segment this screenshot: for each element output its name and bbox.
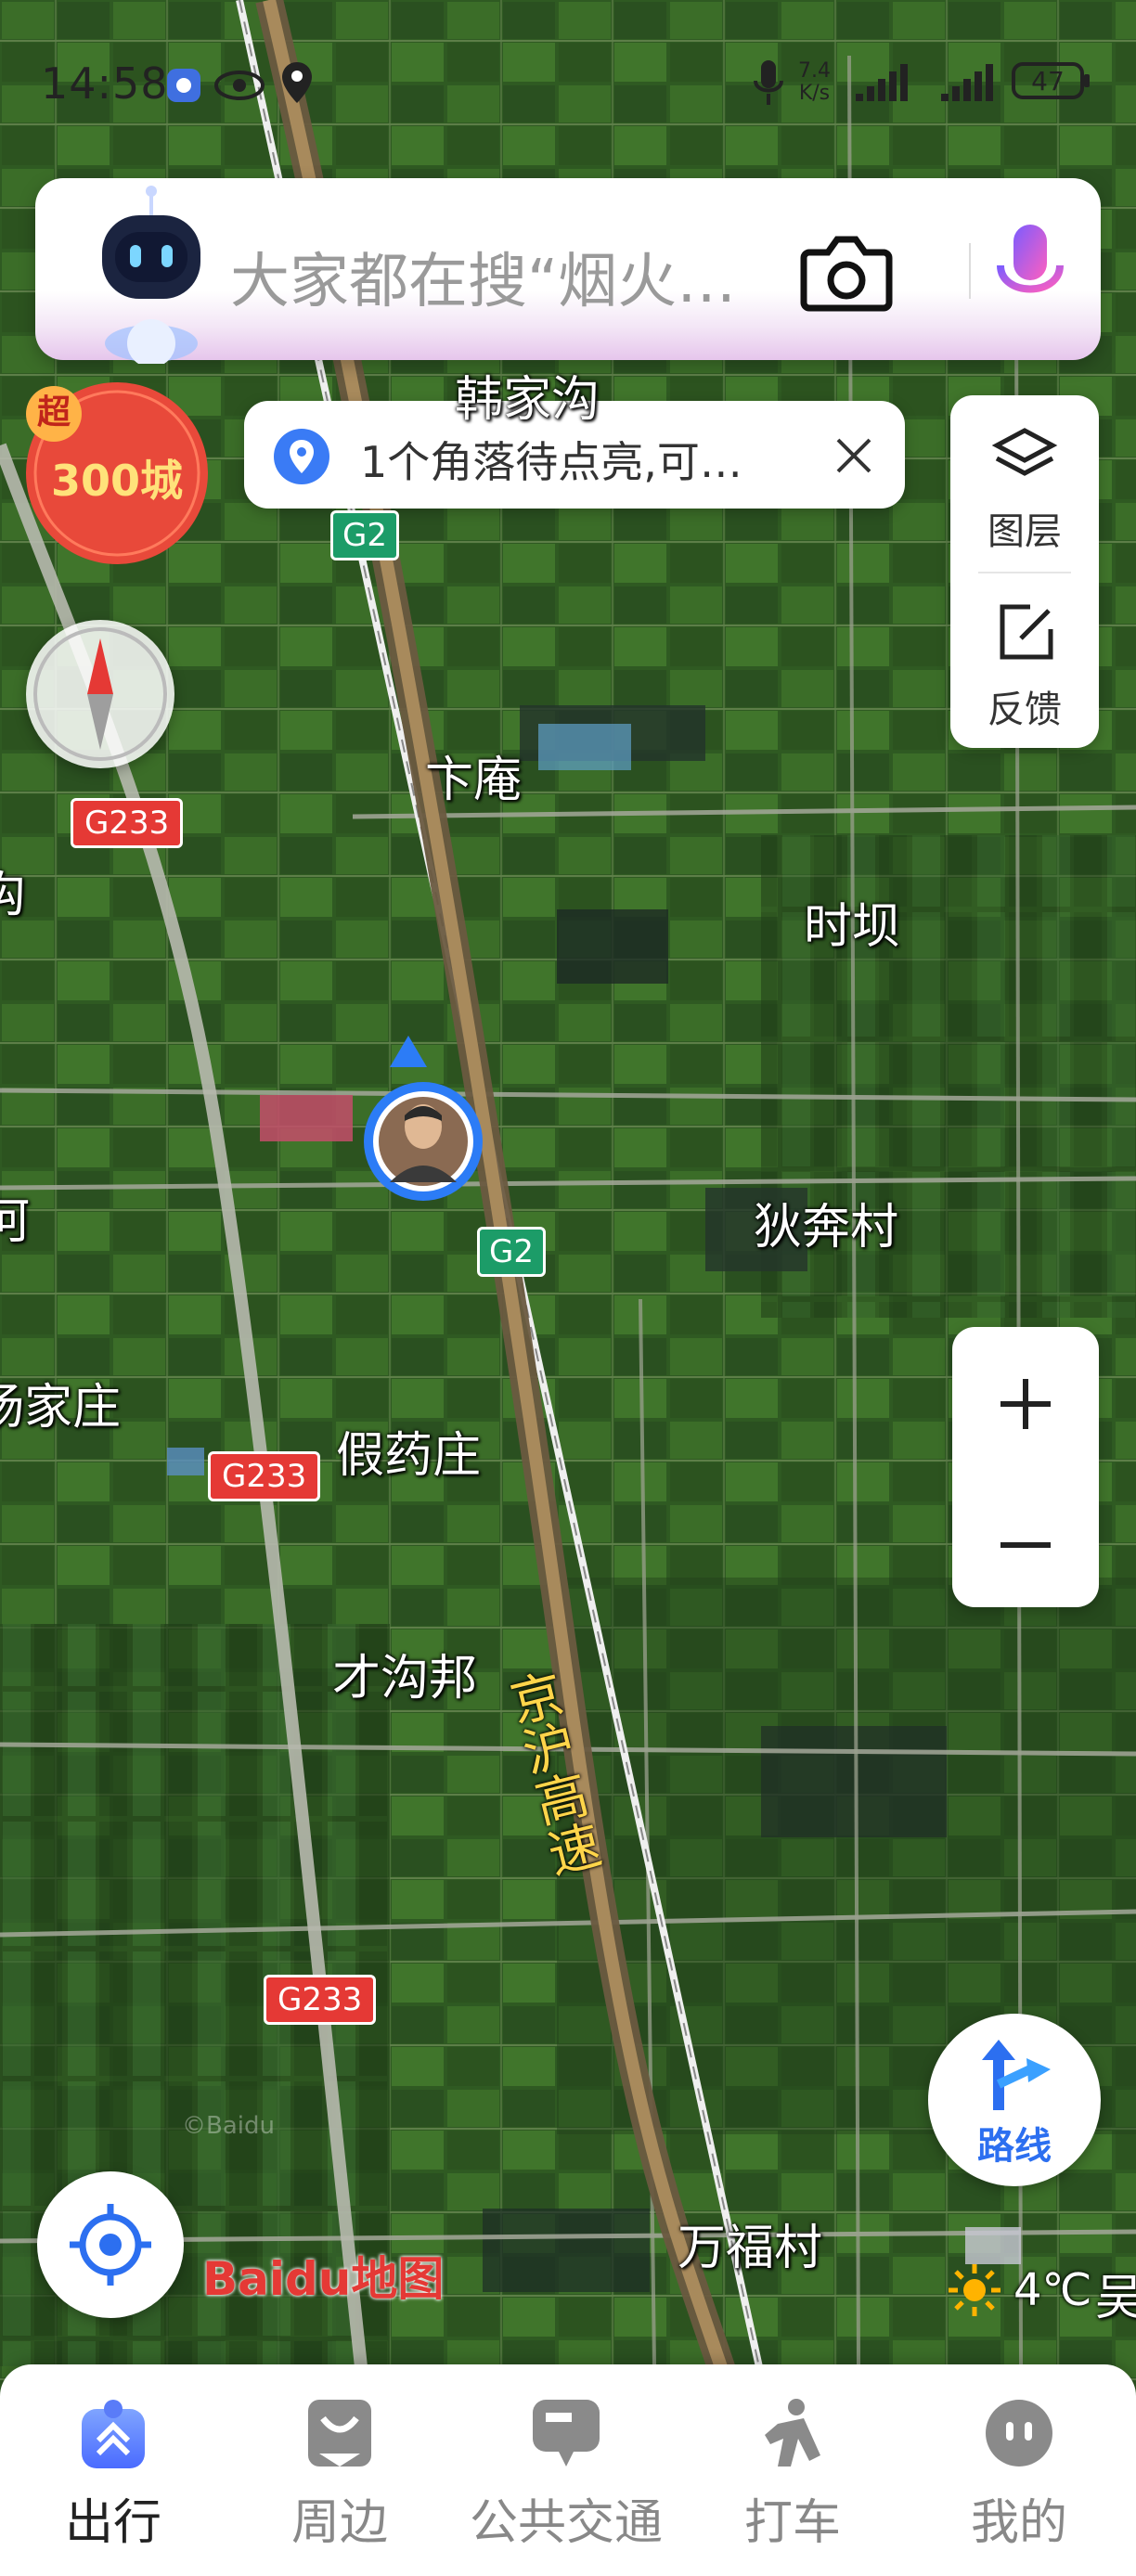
target-icon	[70, 2204, 151, 2286]
zoom-in-button[interactable]	[993, 1372, 1058, 1440]
place-label[interactable]: 才沟邦	[332, 1639, 477, 1708]
nav-label: 出行	[64, 2495, 161, 2551]
nav-label: 打车	[743, 2495, 841, 2551]
zoom-controls	[952, 1327, 1099, 1607]
layers-icon	[991, 425, 1058, 496]
road-shield-g233[interactable]: G233	[264, 1975, 377, 2025]
baidu-logo: Baidu地图	[202, 2242, 444, 2309]
net-speed-value: 7.4	[798, 59, 831, 83]
map-watermark: ©Baidu	[182, 2112, 275, 2140]
map-tools-panel: 图层 反馈	[950, 395, 1099, 748]
baidu-logo-text: Baidu地图	[202, 2252, 445, 2306]
profile-icon	[982, 2396, 1056, 2470]
notification-icon	[165, 64, 202, 114]
nav-item-travel[interactable]: 出行	[0, 2364, 226, 2576]
promo-badge[interactable]: 超 300城	[24, 380, 210, 566]
road-shield-g233[interactable]: G233	[71, 798, 184, 848]
close-icon[interactable]	[834, 436, 873, 479]
road-shield-g2[interactable]: G2	[477, 1227, 546, 1277]
nav-label: 公共交通	[469, 2495, 663, 2551]
route-button[interactable]: 路线	[928, 2014, 1101, 2186]
nav-item-transit[interactable]: 公共交通	[453, 2364, 679, 2576]
robot-avatar-icon[interactable]	[82, 178, 221, 367]
layers-button[interactable]: 图层	[950, 395, 1099, 572]
feedback-icon	[993, 599, 1058, 668]
feedback-button[interactable]: 反馈	[950, 572, 1099, 748]
nav-label: 周边	[290, 2495, 388, 2551]
road-shield-g233[interactable]: G233	[208, 1451, 321, 1501]
notice-text[interactable]: 1个角落待点亮,可…	[360, 429, 742, 490]
search-divider	[969, 243, 971, 299]
battery-icon: 47	[1012, 60, 1091, 101]
signal-icon-2	[939, 62, 1004, 113]
bottom-nav: 出行 周边 公共交通 打车 我的	[0, 2364, 1136, 2576]
place-label[interactable]: 狄奔村	[754, 1188, 898, 1257]
feedback-label: 反馈	[988, 689, 1062, 731]
location-icon	[280, 60, 314, 115]
search-placeholder[interactable]: 大家都在搜“烟火…	[230, 234, 736, 319]
user-location-marker[interactable]	[358, 1030, 488, 1206]
sun-icon	[949, 2264, 1000, 2316]
zoom-out-button[interactable]	[993, 1513, 1058, 1581]
nearby-icon	[303, 2396, 377, 2470]
nav-item-nearby[interactable]: 周边	[226, 2364, 453, 2576]
bus-icon	[529, 2396, 603, 2470]
compass-icon	[33, 627, 167, 761]
place-label[interactable]: 时坝	[804, 887, 900, 957]
net-speed-unit: K/s	[798, 82, 831, 105]
status-time: 14:58	[41, 58, 169, 109]
battery-level: 47	[1031, 66, 1065, 97]
place-label[interactable]: 卞庵	[425, 741, 522, 810]
place-label[interactable]: 杨家庄	[0, 1368, 121, 1437]
promo-text: 300城	[50, 456, 184, 506]
nav-item-taxi[interactable]: 打车	[679, 2364, 906, 2576]
place-label[interactable]: 韩家沟	[455, 360, 600, 430]
net-speed: 7.4 K/s	[798, 60, 831, 105]
compass-button[interactable]	[26, 620, 174, 768]
route-label: 路线	[977, 2125, 1052, 2168]
search-bar[interactable]: 大家都在搜“烟火…	[35, 178, 1101, 367]
taxi-icon	[755, 2396, 830, 2470]
voice-mic-icon[interactable]	[975, 219, 1086, 325]
layers-label: 图层	[988, 510, 1062, 553]
status-bar: 14:58 7.4 K/s 47	[0, 51, 1136, 116]
travel-icon	[76, 2396, 150, 2470]
promo-tag: 超	[26, 386, 82, 442]
nav-label: 我的	[970, 2495, 1067, 2551]
road-shield-g2[interactable]: G2	[330, 510, 399, 560]
pin-icon	[272, 427, 331, 490]
place-label[interactable]: 万福村	[678, 2209, 822, 2278]
eye-icon	[213, 64, 265, 114]
camera-icon[interactable]	[800, 230, 893, 317]
mic-icon	[752, 58, 785, 117]
place-label[interactable]: 沟	[0, 856, 26, 925]
locate-button[interactable]	[37, 2171, 184, 2318]
route-icon	[982, 2040, 1051, 2110]
nav-item-profile[interactable]: 我的	[906, 2364, 1132, 2576]
signal-icon	[854, 62, 919, 113]
place-label[interactable]: 吴	[1095, 2259, 1136, 2328]
weather-temp: 4℃	[1013, 2264, 1092, 2316]
place-label[interactable]: 河	[0, 1182, 30, 1252]
place-label[interactable]: 假药庄	[336, 1416, 481, 1486]
